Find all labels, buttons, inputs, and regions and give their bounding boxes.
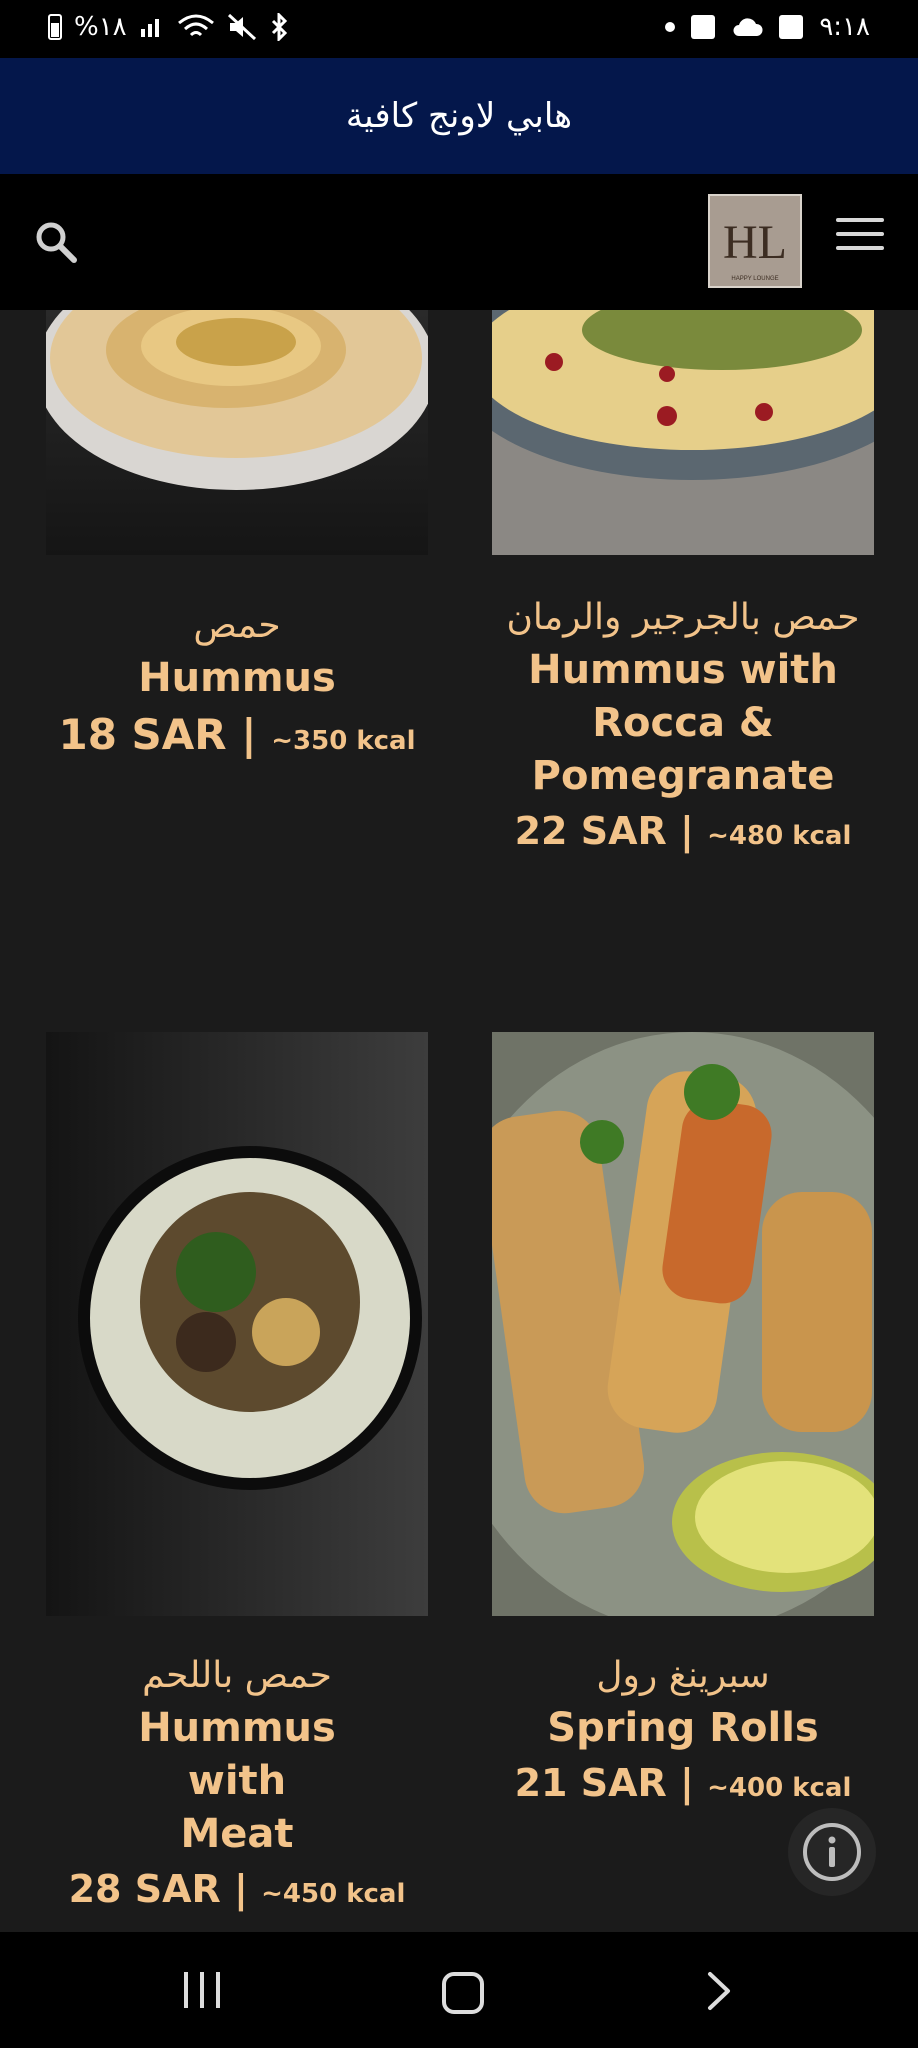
brand-logo[interactable]: HL HAPPY LOUNGE bbox=[708, 194, 802, 288]
site-header: HL HAPPY LOUNGE bbox=[0, 174, 918, 310]
dish-price: 18 SAR bbox=[58, 710, 227, 759]
dish-image bbox=[492, 1032, 874, 1616]
dish-image bbox=[492, 310, 874, 555]
info-button[interactable] bbox=[788, 1808, 876, 1896]
status-right: ٩:١٨ bbox=[665, 12, 870, 42]
spring-rolls-photo bbox=[492, 1032, 874, 1616]
dish-name-english: Hummus with Rocca & Pomegranate bbox=[528, 647, 838, 799]
dish-name-english: Spring Rolls bbox=[547, 1705, 819, 1751]
hummus-photo bbox=[46, 310, 428, 490]
dish-info: حمص بالجرجير والرمان Hummus with Rocca &… bbox=[472, 592, 894, 864]
app-title: هابي لاونج كافية bbox=[345, 96, 573, 136]
price-line: 18 SAR | ~350 kcal bbox=[26, 705, 448, 771]
dish-price: 21 SAR bbox=[514, 1761, 667, 1805]
price-separator: | bbox=[679, 809, 694, 853]
svg-text:HAPPY LOUNGE: HAPPY LOUNGE bbox=[731, 276, 778, 282]
app-title-bar: هابي لاونج كافية bbox=[0, 58, 918, 174]
price-separator: | bbox=[233, 1867, 248, 1911]
dish-name-arabic: حمص bbox=[193, 605, 281, 646]
task-check-icon bbox=[691, 15, 716, 39]
bluetooth-icon bbox=[271, 13, 287, 41]
status-left: %١٨ bbox=[48, 12, 291, 42]
cloud-icon bbox=[733, 18, 763, 36]
dish-image bbox=[46, 310, 428, 555]
price-line: 21 SAR | ~400 kcal bbox=[472, 1755, 894, 1816]
dish-name-arabic: حمص باللحم bbox=[142, 1655, 332, 1696]
dish-info: سبرينغ رول Spring Rolls 21 SAR | ~400 kc… bbox=[472, 1650, 894, 1816]
system-nav-bar bbox=[0, 1932, 918, 2048]
gallery-icon bbox=[779, 15, 804, 39]
price-separator: | bbox=[241, 710, 257, 759]
home-icon[interactable] bbox=[442, 1972, 484, 2014]
dish-calories: ~450 kcal bbox=[261, 1879, 406, 1909]
status-bar: %١٨ ٩:١٨ bbox=[0, 0, 918, 58]
battery-percent: %١٨ bbox=[74, 12, 127, 42]
recent-apps-icon[interactable] bbox=[184, 1972, 232, 2012]
dish-calories: ~480 kcal bbox=[707, 821, 852, 851]
price-line: 28 SAR | ~450 kcal bbox=[26, 1861, 448, 1922]
rocca-hummus-photo bbox=[492, 310, 874, 555]
meat-hummus-photo bbox=[78, 1146, 422, 1490]
signal-icon bbox=[140, 19, 159, 37]
logo-mark: HL HAPPY LOUNGE bbox=[723, 216, 787, 282]
dish-name-arabic: سبرينغ رول bbox=[596, 1655, 770, 1696]
dish-price: 28 SAR bbox=[68, 1867, 221, 1911]
price-line: 22 SAR | ~480 kcal bbox=[472, 803, 894, 864]
search-icon[interactable] bbox=[32, 218, 80, 266]
hamburger-menu-icon[interactable] bbox=[836, 218, 884, 262]
dish-calories: ~400 kcal bbox=[707, 1773, 852, 1803]
dish-name-arabic: حمص بالجرجير والرمان bbox=[506, 597, 860, 638]
dish-image bbox=[46, 1032, 428, 1616]
status-time: ٩:١٨ bbox=[819, 12, 870, 42]
notification-dot-icon bbox=[665, 22, 676, 32]
price-separator: | bbox=[679, 1761, 694, 1805]
mute-icon bbox=[227, 13, 256, 41]
dish-info: حمص Hummus 18 SAR | ~350 kcal bbox=[26, 600, 448, 771]
battery-icon bbox=[48, 14, 62, 40]
dish-price: 22 SAR bbox=[514, 809, 667, 853]
dish-info: حمص باللحم Hummus with Meat 28 SAR | ~45… bbox=[26, 1650, 448, 1922]
dish-name-english: Hummus bbox=[138, 655, 336, 701]
info-icon bbox=[803, 1823, 861, 1881]
dish-calories: ~350 kcal bbox=[271, 726, 416, 756]
back-icon[interactable] bbox=[700, 1970, 740, 2012]
wifi-icon bbox=[177, 14, 214, 37]
dish-name-english: Hummus with Meat bbox=[138, 1705, 336, 1857]
svg-text:HL: HL bbox=[723, 216, 787, 269]
